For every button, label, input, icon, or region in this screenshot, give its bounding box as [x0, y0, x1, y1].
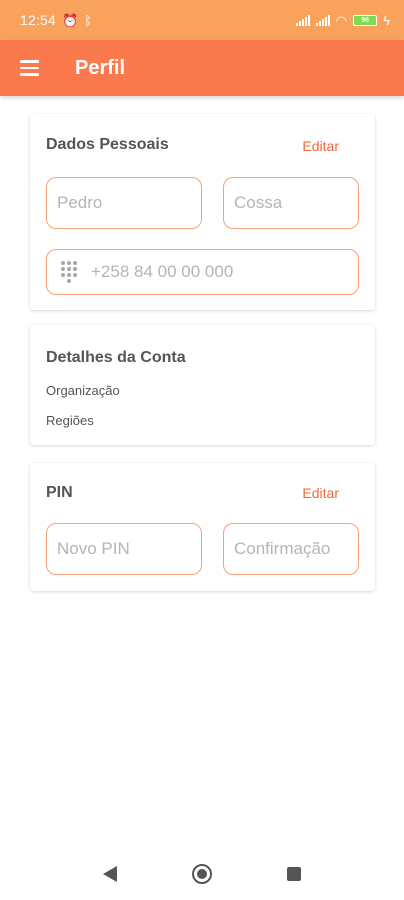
personal-data-card: Dados Pessoais Editar Pedro Cossa +258 8… [30, 114, 375, 310]
battery-icon: 96 [353, 14, 378, 26]
pin-card: PIN Editar Novo PIN Confirmação [30, 463, 375, 591]
personal-data-title: Dados Pessoais [46, 136, 169, 153]
alarm-icon: ⏰ [62, 12, 79, 28]
signal-icon-2 [315, 14, 330, 26]
signal-icon [295, 14, 310, 26]
account-details-title: Detalhes da Conta [46, 349, 186, 366]
status-bar: 12:54 ⏰ ᛔ ◠ 96 ϟ [0, 0, 404, 40]
back-icon[interactable] [103, 866, 117, 882]
new-pin-placeholder: Novo PIN [57, 539, 130, 558]
page-title: Perfil [75, 56, 126, 79]
regions-label: Regiões [46, 413, 94, 428]
menu-icon[interactable] [0, 40, 56, 96]
last-name-field[interactable]: Cossa [223, 177, 359, 229]
status-time: 12:54 [20, 12, 57, 28]
pin-title: PIN [46, 484, 73, 501]
pin-confirmation-placeholder: Confirmação [234, 539, 331, 558]
new-pin-field[interactable]: Novo PIN [46, 523, 202, 575]
phone-field[interactable]: +258 84 00 00 000 [46, 249, 359, 295]
system-navigation-bar [0, 846, 404, 900]
last-name-placeholder: Cossa [234, 193, 283, 212]
dialpad-icon [61, 261, 77, 283]
organization-label: Organização [46, 383, 120, 398]
edit-pin-button[interactable]: Editar [302, 485, 339, 501]
account-details-card: Detalhes da Conta Organização Regiões [30, 325, 375, 445]
phone-placeholder: +258 84 00 00 000 [91, 262, 234, 281]
recent-apps-icon[interactable] [287, 867, 301, 881]
status-right: ◠ 96 ϟ [295, 12, 390, 28]
sync-icon: ᛔ [84, 12, 93, 28]
pin-confirmation-field[interactable]: Confirmação [223, 523, 359, 575]
wifi-icon: ◠ [335, 12, 348, 28]
first-name-field[interactable]: Pedro [46, 177, 202, 229]
first-name-placeholder: Pedro [57, 193, 103, 212]
app-bar: Perfil [0, 40, 404, 96]
home-icon[interactable] [192, 864, 212, 884]
status-left: 12:54 ⏰ ᛔ [20, 12, 92, 28]
edit-personal-data-button[interactable]: Editar [302, 138, 339, 154]
charging-icon: ϟ [383, 12, 390, 28]
